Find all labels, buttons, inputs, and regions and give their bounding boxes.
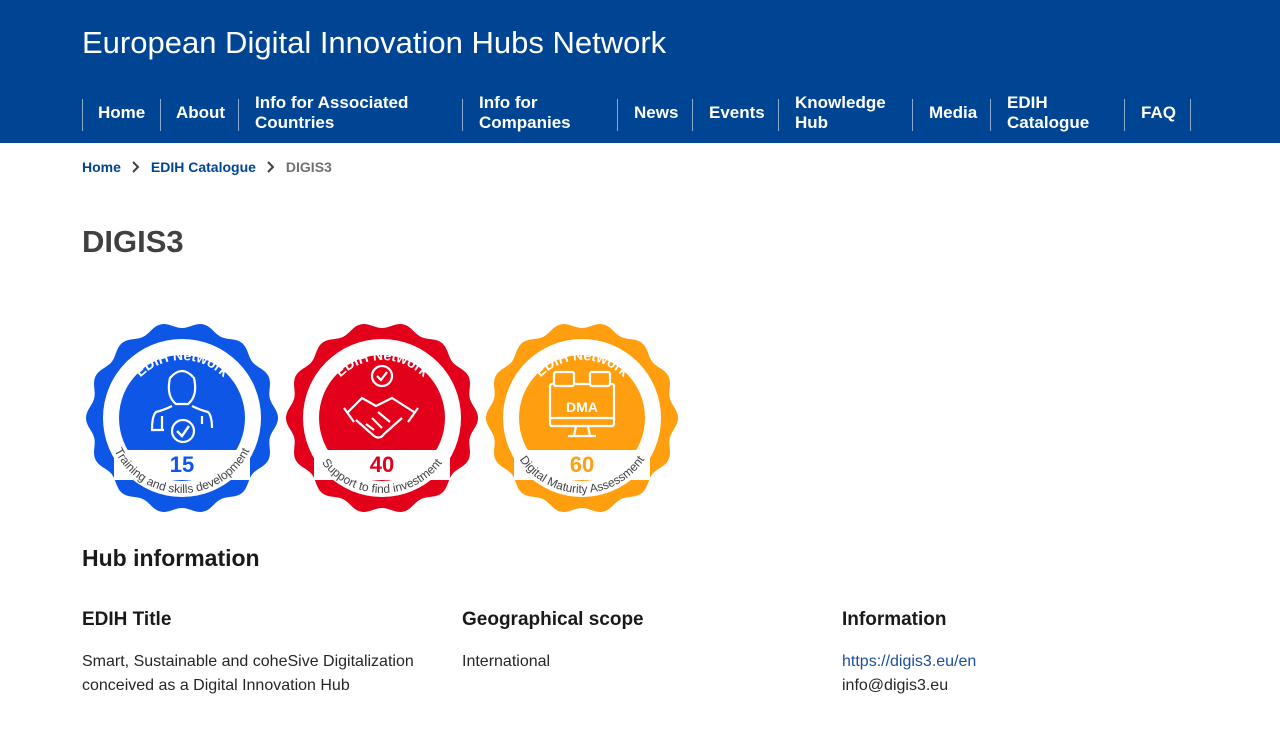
- breadcrumb-current: DIGIS3: [285, 159, 332, 175]
- nav-item-edih-catalogue[interactable]: EDIH Catalogue: [991, 93, 1124, 133]
- email-address: info@digis3.eu: [842, 677, 949, 694]
- information-values: https://digis3.eu/en info@digis3.eu: [842, 650, 1182, 698]
- information-heading: Information: [842, 609, 947, 630]
- badge-digital-maturity: EDIH Network DMA 60 Digital Maturity Ass…: [486, 324, 678, 512]
- edih-title-heading: EDIH Title: [82, 609, 172, 630]
- breadcrumb-home[interactable]: Home: [82, 159, 121, 175]
- site-header: European Digital Innovation Hubs Network…: [0, 0, 1280, 143]
- nav-item-about[interactable]: About: [160, 93, 238, 133]
- breadcrumb-edih-catalogue[interactable]: EDIH Catalogue: [151, 159, 256, 175]
- nav-item-faq[interactable]: FAQ: [1125, 93, 1190, 133]
- breadcrumb: Home EDIH Catalogue DIGIS3: [82, 157, 332, 177]
- geographical-scope-column: Geographical scope International: [462, 608, 802, 674]
- hub-information-heading: Hub information: [82, 545, 260, 571]
- nav-item-info-companies[interactable]: Info for Companies: [463, 93, 617, 133]
- page-title: DIGIS3: [82, 224, 184, 259]
- chevron-right-icon: [267, 161, 275, 173]
- information-column: Information https://digis3.eu/en info@di…: [842, 608, 1182, 698]
- geographical-scope-value: International: [462, 653, 551, 670]
- badge-support-investment: EDIH Network 40 Support to find investme…: [286, 324, 478, 512]
- nav-separator: [1190, 99, 1191, 131]
- chevron-right-icon: [132, 161, 140, 173]
- nav-item-events[interactable]: Events: [693, 93, 778, 133]
- geographical-scope-heading: Geographical scope: [462, 609, 644, 630]
- dma-label: DMA: [566, 399, 598, 415]
- nav-item-home[interactable]: Home: [82, 93, 160, 133]
- nav-item-info-associated-countries[interactable]: Info for Associated Countries: [239, 93, 462, 133]
- edih-title-value: Smart, Sustainable and coheSive Digitali…: [82, 653, 414, 694]
- edih-title-column: EDIH Title Smart, Sustainable and coheSi…: [82, 608, 422, 698]
- badge-number: 60: [570, 452, 594, 477]
- badge-training-skills: EDIH Network 15 Training and skills deve…: [86, 324, 278, 512]
- website-link[interactable]: https://digis3.eu/en: [842, 650, 1182, 674]
- nav-item-news[interactable]: News: [618, 93, 692, 133]
- badge-number: 40: [370, 452, 394, 477]
- main-nav: Home About Info for Associated Countries…: [0, 0, 1280, 143]
- nav-item-media[interactable]: Media: [913, 93, 990, 133]
- nav-item-knowledge-hub[interactable]: Knowledge Hub: [779, 93, 912, 133]
- badge-number: 15: [170, 452, 194, 477]
